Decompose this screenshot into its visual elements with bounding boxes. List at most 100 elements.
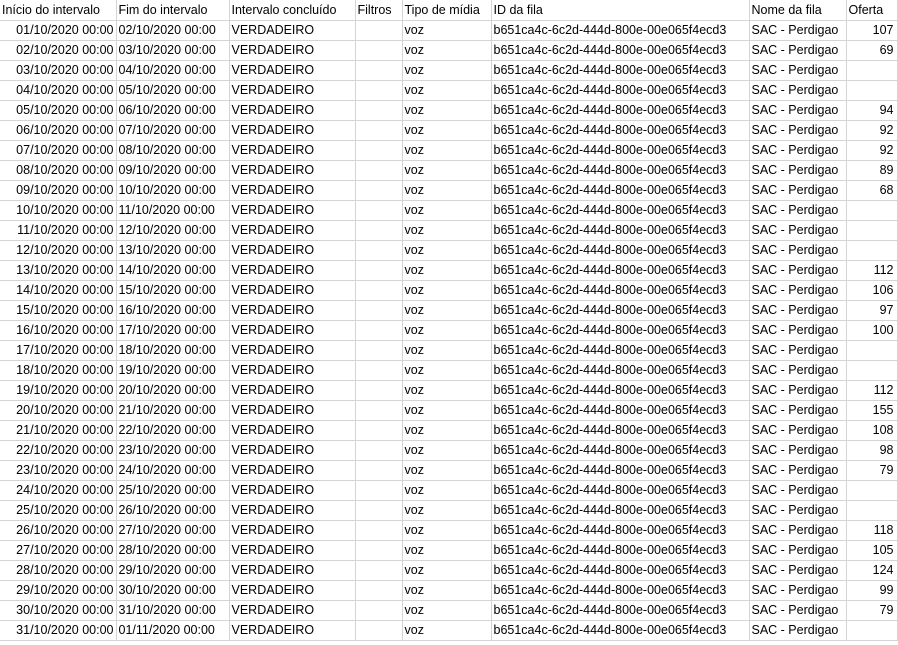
cell-queue-id[interactable]: b651ca4c-6c2d-444d-800e-00e065f4ecd3 xyxy=(491,460,750,481)
cell-queue-name[interactable]: SAC - Perdigao xyxy=(749,400,847,421)
cell-offer[interactable]: 68 xyxy=(846,180,898,201)
cell-media[interactable]: voz xyxy=(402,440,492,461)
cell-queue-id[interactable]: b651ca4c-6c2d-444d-800e-00e065f4ecd3 xyxy=(491,320,750,341)
cell-done[interactable]: VERDADEIRO xyxy=(229,320,356,341)
cell-filters[interactable] xyxy=(355,520,403,541)
cell-done[interactable]: VERDADEIRO xyxy=(229,460,356,481)
cell-start[interactable]: 08/10/2020 00:00 xyxy=(0,160,117,181)
cell-start[interactable]: 21/10/2020 00:00 xyxy=(0,420,117,441)
cell-filters[interactable] xyxy=(355,20,403,41)
cell-queue-name[interactable]: SAC - Perdigao xyxy=(749,500,847,521)
cell-queue-name[interactable]: SAC - Perdigao xyxy=(749,600,847,621)
cell-start[interactable]: 31/10/2020 00:00 xyxy=(0,620,117,641)
cell-queue-id[interactable]: b651ca4c-6c2d-444d-800e-00e065f4ecd3 xyxy=(491,60,750,81)
cell-media[interactable]: voz xyxy=(402,200,492,221)
cell-offer[interactable]: 97 xyxy=(846,300,898,321)
cell-end[interactable]: 23/10/2020 00:00 xyxy=(116,440,230,461)
cell-end[interactable]: 01/11/2020 00:00 xyxy=(116,620,230,641)
cell-done[interactable]: VERDADEIRO xyxy=(229,240,356,261)
cell-media[interactable]: voz xyxy=(402,600,492,621)
cell-media[interactable]: voz xyxy=(402,180,492,201)
cell-queue-name[interactable]: SAC - Perdigao xyxy=(749,340,847,361)
cell-queue-id[interactable]: b651ca4c-6c2d-444d-800e-00e065f4ecd3 xyxy=(491,240,750,261)
header-cell-queue-id[interactable]: ID da fila xyxy=(491,0,750,21)
cell-filters[interactable] xyxy=(355,300,403,321)
cell-done[interactable]: VERDADEIRO xyxy=(229,400,356,421)
cell-done[interactable]: VERDADEIRO xyxy=(229,520,356,541)
cell-start[interactable]: 12/10/2020 00:00 xyxy=(0,240,117,261)
header-cell-end[interactable]: Fim do intervalo xyxy=(116,0,230,21)
cell-end[interactable]: 28/10/2020 00:00 xyxy=(116,540,230,561)
cell-queue-name[interactable]: SAC - Perdigao xyxy=(749,440,847,461)
cell-queue-name[interactable]: SAC - Perdigao xyxy=(749,120,847,141)
cell-offer[interactable]: 99 xyxy=(846,580,898,601)
cell-filters[interactable] xyxy=(355,420,403,441)
cell-start[interactable]: 15/10/2020 00:00 xyxy=(0,300,117,321)
cell-done[interactable]: VERDADEIRO xyxy=(229,540,356,561)
cell-offer[interactable]: 89 xyxy=(846,160,898,181)
cell-media[interactable]: voz xyxy=(402,620,492,641)
cell-filters[interactable] xyxy=(355,400,403,421)
cell-filters[interactable] xyxy=(355,140,403,161)
cell-offer[interactable]: 92 xyxy=(846,140,898,161)
cell-start[interactable]: 18/10/2020 00:00 xyxy=(0,360,117,381)
cell-start[interactable]: 25/10/2020 00:00 xyxy=(0,500,117,521)
cell-filters[interactable] xyxy=(355,340,403,361)
cell-filters[interactable] xyxy=(355,360,403,381)
cell-queue-name[interactable]: SAC - Perdigao xyxy=(749,140,847,161)
cell-queue-name[interactable]: SAC - Perdigao xyxy=(749,420,847,441)
cell-offer[interactable]: 79 xyxy=(846,460,898,481)
cell-start[interactable]: 22/10/2020 00:00 xyxy=(0,440,117,461)
cell-queue-name[interactable]: SAC - Perdigao xyxy=(749,460,847,481)
cell-queue-id[interactable]: b651ca4c-6c2d-444d-800e-00e065f4ecd3 xyxy=(491,260,750,281)
cell-media[interactable]: voz xyxy=(402,40,492,61)
cell-done[interactable]: VERDADEIRO xyxy=(229,180,356,201)
cell-start[interactable]: 10/10/2020 00:00 xyxy=(0,200,117,221)
cell-media[interactable]: voz xyxy=(402,20,492,41)
cell-media[interactable]: voz xyxy=(402,260,492,281)
cell-done[interactable]: VERDADEIRO xyxy=(229,580,356,601)
cell-end[interactable]: 17/10/2020 00:00 xyxy=(116,320,230,341)
cell-done[interactable]: VERDADEIRO xyxy=(229,500,356,521)
cell-queue-name[interactable]: SAC - Perdigao xyxy=(749,160,847,181)
cell-end[interactable]: 12/10/2020 00:00 xyxy=(116,220,230,241)
cell-filters[interactable] xyxy=(355,180,403,201)
cell-start[interactable]: 20/10/2020 00:00 xyxy=(0,400,117,421)
cell-start[interactable]: 16/10/2020 00:00 xyxy=(0,320,117,341)
cell-done[interactable]: VERDADEIRO xyxy=(229,60,356,81)
cell-queue-name[interactable]: SAC - Perdigao xyxy=(749,480,847,501)
cell-offer[interactable]: 112 xyxy=(846,260,898,281)
cell-offer[interactable] xyxy=(846,340,898,361)
cell-filters[interactable] xyxy=(355,60,403,81)
cell-queue-id[interactable]: b651ca4c-6c2d-444d-800e-00e065f4ecd3 xyxy=(491,360,750,381)
cell-queue-id[interactable]: b651ca4c-6c2d-444d-800e-00e065f4ecd3 xyxy=(491,80,750,101)
cell-offer[interactable] xyxy=(846,80,898,101)
cell-media[interactable]: voz xyxy=(402,460,492,481)
cell-start[interactable]: 24/10/2020 00:00 xyxy=(0,480,117,501)
cell-end[interactable]: 07/10/2020 00:00 xyxy=(116,120,230,141)
cell-end[interactable]: 03/10/2020 00:00 xyxy=(116,40,230,61)
cell-queue-id[interactable]: b651ca4c-6c2d-444d-800e-00e065f4ecd3 xyxy=(491,40,750,61)
cell-done[interactable]: VERDADEIRO xyxy=(229,260,356,281)
cell-filters[interactable] xyxy=(355,580,403,601)
cell-done[interactable]: VERDADEIRO xyxy=(229,40,356,61)
cell-queue-id[interactable]: b651ca4c-6c2d-444d-800e-00e065f4ecd3 xyxy=(491,500,750,521)
cell-start[interactable]: 23/10/2020 00:00 xyxy=(0,460,117,481)
cell-start[interactable]: 06/10/2020 00:00 xyxy=(0,120,117,141)
cell-filters[interactable] xyxy=(355,540,403,561)
cell-done[interactable]: VERDADEIRO xyxy=(229,100,356,121)
cell-offer[interactable]: 107 xyxy=(846,20,898,41)
cell-end[interactable]: 26/10/2020 00:00 xyxy=(116,500,230,521)
cell-media[interactable]: voz xyxy=(402,220,492,241)
cell-queue-name[interactable]: SAC - Perdigao xyxy=(749,260,847,281)
cell-media[interactable]: voz xyxy=(402,320,492,341)
cell-filters[interactable] xyxy=(355,380,403,401)
cell-done[interactable]: VERDADEIRO xyxy=(229,280,356,301)
cell-offer[interactable]: 98 xyxy=(846,440,898,461)
cell-queue-id[interactable]: b651ca4c-6c2d-444d-800e-00e065f4ecd3 xyxy=(491,520,750,541)
cell-media[interactable]: voz xyxy=(402,360,492,381)
cell-queue-name[interactable]: SAC - Perdigao xyxy=(749,20,847,41)
cell-queue-id[interactable]: b651ca4c-6c2d-444d-800e-00e065f4ecd3 xyxy=(491,160,750,181)
cell-done[interactable]: VERDADEIRO xyxy=(229,160,356,181)
cell-queue-id[interactable]: b651ca4c-6c2d-444d-800e-00e065f4ecd3 xyxy=(491,280,750,301)
